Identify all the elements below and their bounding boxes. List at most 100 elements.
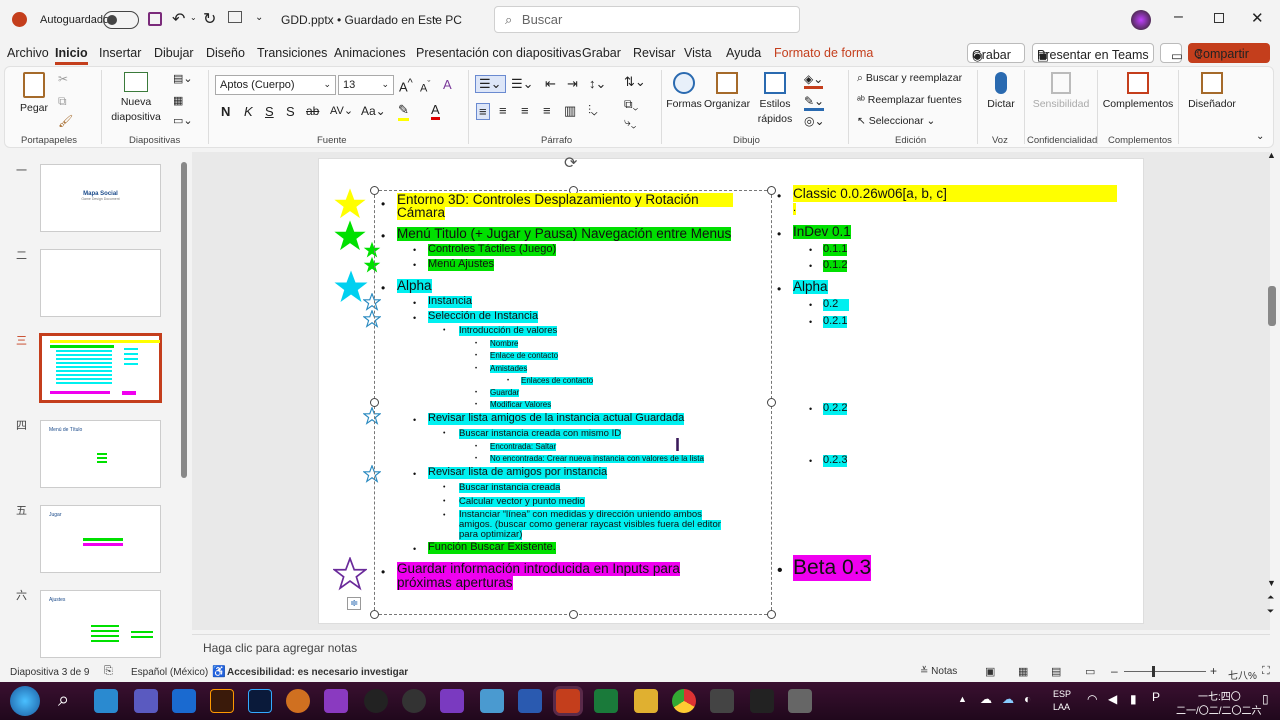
dictate-button[interactable]: Dictar [982,70,1020,126]
blender-app-icon[interactable] [286,689,310,713]
convert-icon[interactable]: ⤷⌄ [624,115,636,130]
tab-revisar[interactable]: Revisar [633,46,675,60]
italic-icon[interactable]: K [244,104,253,119]
tab-vista[interactable]: Vista [684,46,712,60]
weather-app-icon[interactable] [94,689,118,713]
slide-thumbnail-6[interactable]: Ajustes [40,590,161,658]
slide-canvas[interactable]: ⟳ ≑ • Entorno 3D: Controles Desplazamien… [318,155,1144,624]
tab-diseno[interactable]: Diseño [206,46,245,60]
align-center-icon[interactable]: ≡ [499,103,507,118]
accessibility-status[interactable]: Accesibilidad: es necesario investigar [227,667,408,678]
visual-studio-icon[interactable] [440,689,464,713]
illustrator-app-icon[interactable] [210,689,234,713]
sensitivity-button[interactable]: Sensibilidad [1030,70,1092,126]
present-teams-button[interactable]: ▣ Presentar en Teams [1032,43,1154,63]
zoom-in-icon[interactable]: + [1210,664,1217,678]
ime-icon[interactable]: P [1152,690,1160,704]
volume-icon[interactable]: ◀ [1108,692,1117,706]
reading-view-icon[interactable]: ▤ [1051,665,1061,678]
notes-toggle[interactable]: ≚ Notas [920,666,957,677]
clock-time[interactable]: 一七:四〇 [1198,688,1241,703]
smartart-icon[interactable]: ⧉⌄ [624,97,638,112]
replace-fonts-button[interactable]: ᵃᵇ Reemplazar fuentes [857,94,962,106]
shadow-icon[interactable]: S [286,104,295,119]
new-slide-button[interactable]: Nueva diapositiva [106,70,166,128]
input-language-1[interactable]: ESP [1053,689,1071,699]
accessibility-icon[interactable]: ♿ [212,665,226,678]
obs-app-icon[interactable] [402,689,426,713]
clear-format-icon[interactable]: A [443,77,452,92]
paste-button[interactable]: Pegar [18,70,50,126]
scroll-up-icon[interactable]: ▲ [1267,150,1276,160]
numbering-icon[interactable]: ☰⌄ [511,76,534,92]
save-icon[interactable] [148,12,162,26]
comments-button[interactable]: ▭ [1160,43,1183,63]
tab-inicio[interactable]: Inicio [55,46,88,65]
zoom-slider[interactable] [1124,666,1206,677]
start-icon[interactable] [10,686,40,716]
shape-fill-icon[interactable]: ◈⌄ [804,72,824,89]
align-left-icon[interactable]: ≡ [476,103,490,120]
present-icon[interactable] [228,11,242,23]
wifi-icon[interactable]: ◠ [1087,692,1097,706]
spellcheck-icon[interactable]: ⎘ [104,665,113,678]
zoom-slider-thumb[interactable] [1152,666,1155,677]
notepad-app-icon[interactable] [480,689,504,713]
excel-app-icon[interactable] [594,689,618,713]
teams-app-icon[interactable] [134,689,158,713]
scroll-down-icon[interactable]: ▼ [1267,578,1276,588]
prev-slide-icon[interactable]: ⏶ [1267,592,1274,603]
tab-ayuda[interactable]: Ayuda [726,46,761,60]
resize-handle[interactable] [767,610,776,619]
unity-hub-icon[interactable] [750,689,774,713]
addins-button[interactable]: Complementos [1102,70,1174,126]
resize-handle[interactable] [767,398,776,407]
tab-formato-forma[interactable]: Formato de forma [774,46,873,60]
find-button[interactable]: ⌕ Buscar y reemplazar [857,72,962,85]
copy-icon[interactable]: ⧉ [58,94,67,109]
designer-button[interactable]: Diseñador [1184,70,1240,126]
tab-transiciones[interactable]: Transiciones [257,46,327,60]
media-player-icon[interactable] [364,689,388,713]
autosave-toggle[interactable] [103,11,139,29]
tab-insertar[interactable]: Insertar [99,46,141,60]
chrome-app-icon[interactable] [672,689,696,713]
app-icon[interactable] [788,689,812,713]
powerpoint-app-icon[interactable] [556,689,580,713]
clock-date[interactable]: 二一/〇二/二〇二六 [1176,702,1262,717]
title-dropdown-icon[interactable]: ⌄ [432,12,440,23]
slideshow-view-icon[interactable]: ▭ [1085,665,1095,678]
resize-handle[interactable] [569,610,578,619]
normal-view-icon[interactable]: ▣ [985,665,995,678]
notes-pane[interactable]: Haga clic para agregar notas [192,634,1270,660]
bullets-icon[interactable]: ☰⌄ [475,75,506,93]
tab-animaciones[interactable]: Animaciones [334,46,406,60]
spacing-icon[interactable]: AV⌄ [330,104,353,117]
sorter-view-icon[interactable]: ▦ [1018,665,1028,678]
resize-handle[interactable] [370,610,379,619]
select-button[interactable]: ↖ Seleccionar ⌄ [857,115,935,127]
autofit-icon[interactable]: ≑ [347,597,362,610]
share-button[interactable]: ⇪ Compartir [1188,43,1270,63]
text-direction-icon[interactable]: ⇅⌄ [624,74,646,90]
align-right-icon[interactable]: ≡ [521,103,529,118]
search-icon[interactable]: ⌕ [58,689,69,712]
shape-effects-icon[interactable]: ◎⌄ [804,114,825,128]
arrange-button[interactable]: Organizar [704,70,750,126]
canvas-scrollbar[interactable] [1268,286,1276,326]
battery-icon[interactable]: ▮ [1130,692,1137,706]
rotate-handle-icon[interactable]: ⟳ [564,153,577,173]
tab-grabar[interactable]: Grabar [582,46,621,60]
strikethrough-icon[interactable]: ab [306,104,319,118]
layout-icon[interactable]: ▤⌄ [173,72,193,85]
onedrive-icon[interactable]: ☁ [980,692,992,706]
undo-icon[interactable]: ↶ [172,9,185,29]
resize-handle[interactable] [370,186,379,195]
cut-icon[interactable]: ✂ [58,72,68,86]
tray-icon[interactable]: ◐ [1024,692,1031,706]
undo-dropdown-icon[interactable]: ⌄ [190,13,197,22]
font-color-icon[interactable]: A [431,102,440,120]
unity-app-icon[interactable] [710,689,734,713]
slide-thumbnail-2[interactable] [40,249,161,317]
font-name-select[interactable]: Aptos (Cuerpo) ⌄ [215,75,336,95]
